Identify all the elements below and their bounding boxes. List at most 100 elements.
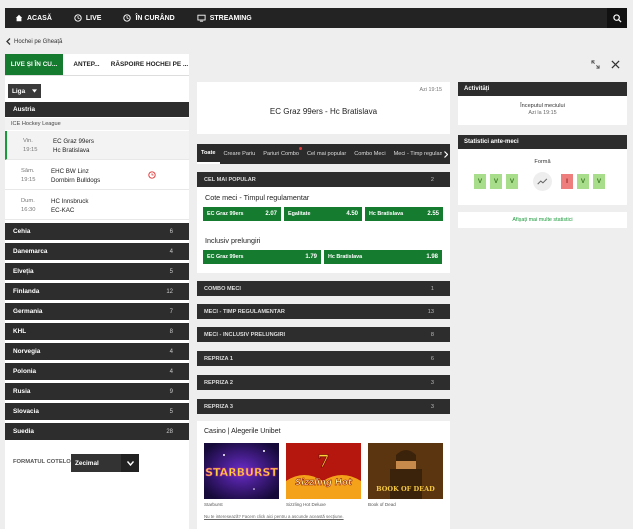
- section-bar[interactable]: REPRIZA 2 3: [197, 375, 450, 390]
- market-tab-all[interactable]: Toate: [197, 144, 220, 164]
- country-row[interactable]: Cehia 6: [5, 223, 189, 240]
- away-form: I V V: [561, 174, 605, 189]
- stats-title: Statistici ante-meci: [458, 135, 627, 149]
- expand-icon[interactable]: [591, 60, 600, 69]
- country-name: Polonia: [13, 368, 37, 375]
- search-button[interactable]: [607, 8, 627, 28]
- tv-icon: [197, 14, 206, 22]
- game-thumbnail-sizzling-hot[interactable]: 7 Sizzling Hot: [286, 443, 361, 499]
- home-icon: [15, 14, 23, 22]
- event-time: Azi la 19:15: [528, 110, 557, 116]
- nav-live[interactable]: LIVE: [74, 14, 101, 22]
- country-name: Rusia: [13, 388, 31, 395]
- section-label: REPRIZA 3: [204, 403, 234, 410]
- country-row[interactable]: KHL 8: [5, 323, 189, 340]
- game-label[interactable]: Sizzling Hot Deluxe: [286, 502, 326, 507]
- nav-upcoming[interactable]: ÎN CURÂND: [123, 14, 175, 22]
- market-tab-regular-time[interactable]: Meci - Timp regulamentar: [390, 144, 450, 164]
- country-row[interactable]: Norvegia 4: [5, 343, 189, 360]
- market-tab-popular[interactable]: Cel mai popular: [303, 144, 350, 164]
- hide-casino-link[interactable]: Nu te interesează? Facem click aici pent…: [204, 514, 344, 519]
- country-row[interactable]: Rusia 9: [5, 383, 189, 400]
- country-row[interactable]: Germania 7: [5, 303, 189, 320]
- market-tab-combo-match[interactable]: Combo Meci: [350, 144, 389, 164]
- market-tabs: Toate Creare Pariu Pariuri Combo Cel mai…: [197, 144, 450, 164]
- game-label[interactable]: Starburst: [204, 502, 223, 507]
- country-count: 4: [169, 348, 173, 355]
- odds-button[interactable]: EC Graz 99ers 2.07: [203, 207, 281, 221]
- more-stats-link[interactable]: Afișați mai multe statistici: [458, 212, 627, 228]
- game-thumbnail-starburst[interactable]: STARBURST: [204, 443, 279, 499]
- odds-button[interactable]: EC Graz 99ers 1.79: [203, 250, 321, 264]
- country-row[interactable]: Elveția 5: [5, 263, 189, 280]
- odds-button[interactable]: Hc Bratislava 2.55: [365, 207, 443, 221]
- stats-icon[interactable]: [148, 171, 156, 179]
- chevron-right-icon: [444, 150, 448, 158]
- home-team: EC Graz 99ers: [53, 138, 94, 145]
- section-bar[interactable]: REPRIZA 1 6: [197, 351, 450, 366]
- section-bar[interactable]: MECI - TIMP REGULAMENTAR 13: [197, 304, 450, 319]
- country-name: Elveția: [13, 268, 34, 275]
- odds-row: EC Graz 99ers 1.79 Hc Bratislava 1.98: [203, 250, 442, 264]
- country-name: Slovacia: [13, 408, 39, 415]
- tab-hockey-betting[interactable]: RĂSPOIRE HOCHEI PE ...: [110, 54, 189, 75]
- nav-streaming-label: STREAMING: [209, 14, 252, 22]
- match-row[interactable]: Sâm. 19:15 EHC BW Linz Dornbirn Bulldogs: [5, 161, 189, 190]
- section-count: 2: [430, 176, 434, 183]
- section-bar[interactable]: COMBO MECI 1: [197, 281, 450, 296]
- liga-label: Liga: [12, 87, 26, 95]
- odds-label: Hc Bratislava: [369, 211, 404, 217]
- country-row[interactable]: Suedia 28: [5, 423, 189, 440]
- nav-home[interactable]: ACASĂ: [15, 14, 52, 22]
- breadcrumb[interactable]: Hochei pe Gheață: [6, 38, 62, 45]
- form-label: Formă: [534, 159, 551, 165]
- section-bar[interactable]: MECI - INCLUSIV PRELUNGIRI 8: [197, 327, 450, 342]
- country-name: KHL: [13, 328, 27, 335]
- odds-row: EC Graz 99ers 2.07 Egalitate 4.50 Hc Brati…: [203, 207, 443, 221]
- market-tab-combo[interactable]: Pariuri Combo: [259, 144, 303, 164]
- away-team: Dornbirn Bulldogs: [51, 177, 101, 184]
- odds-button[interactable]: Egalitate 4.50: [284, 207, 362, 221]
- market-tab-bet-builder[interactable]: Creare Pariu: [220, 144, 260, 164]
- country-header-austria[interactable]: Austria: [5, 102, 189, 117]
- tabs-next-button[interactable]: [442, 144, 450, 164]
- tab-antepost[interactable]: ANTEP...: [63, 54, 110, 75]
- game-thumbnail-book-of-dead[interactable]: BOOK OF DEAD: [368, 443, 443, 499]
- odds-button[interactable]: Hc Bratislava 1.98: [324, 250, 442, 264]
- country-row[interactable]: Slovacia 5: [5, 403, 189, 420]
- activity-panel: Activități Începutul meciului Azi la 19:…: [458, 82, 627, 125]
- country-count: 4: [169, 368, 173, 375]
- odds-format-label: FORMATUL COTELOR: [13, 459, 75, 465]
- country-row[interactable]: Finlanda 12: [5, 283, 189, 300]
- country-count: 9: [169, 388, 173, 395]
- liga-dropdown[interactable]: Liga: [8, 84, 41, 98]
- match-row[interactable]: Dum. 16:30 HC Innsbruck EC-KAC: [5, 191, 189, 220]
- nav-streaming[interactable]: STREAMING: [197, 14, 252, 22]
- country-name: Germania: [13, 308, 43, 315]
- close-icon[interactable]: [611, 60, 620, 69]
- tab-live[interactable]: LIVE ȘI ÎN CU...: [5, 54, 63, 75]
- event-label: Începutul meciului: [520, 103, 565, 109]
- odds-format-select[interactable]: Zecimal: [71, 454, 139, 472]
- country-row[interactable]: Danemarca 4: [5, 243, 189, 260]
- odds-label: Egalitate: [288, 211, 311, 217]
- nav-upcoming-label: ÎN CURÂND: [135, 14, 175, 22]
- form-result: V: [506, 174, 518, 189]
- clock-icon: [123, 14, 132, 22]
- section-bar[interactable]: REPRIZA 3 3: [197, 399, 450, 414]
- country-row[interactable]: Polonia 4: [5, 363, 189, 380]
- section-popular[interactable]: CEL MAI POPULAR 2: [197, 172, 450, 187]
- match-header-time: Azi 19:15: [419, 87, 442, 93]
- country-count: 8: [169, 328, 173, 335]
- game-label[interactable]: Book of Dead: [368, 502, 396, 507]
- trend-icon: [533, 172, 552, 191]
- match-header: Azi 19:15 EC Graz 99ers - Hc Bratislava: [197, 82, 450, 134]
- form-result: V: [577, 174, 589, 189]
- match-row[interactable]: Vin. 19:15 EC Graz 99ers Hc Bratislava: [5, 131, 189, 160]
- stats-panel: Statistici ante-meci Formă V V V I V V: [458, 135, 627, 205]
- odds-price: 4.50: [346, 211, 358, 217]
- country-name: Norvegia: [13, 348, 41, 355]
- search-icon: [612, 13, 622, 23]
- section-label: CEL MAI POPULAR: [204, 176, 256, 183]
- casino-title: Casino | Alegerile Unibet: [204, 428, 281, 435]
